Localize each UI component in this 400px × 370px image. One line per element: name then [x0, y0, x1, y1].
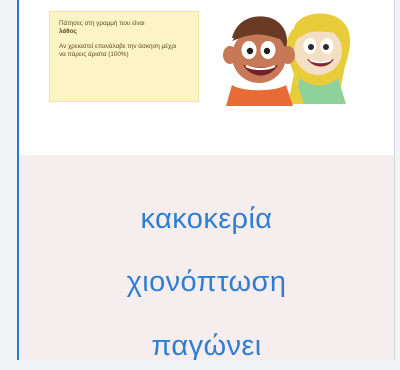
cartoon-boy-icon — [223, 16, 295, 106]
mascot-group — [213, 6, 368, 106]
answer-option[interactable]: παγώνει — [19, 329, 394, 360]
feedback-message: Πάτησες στη γραμμή που είναι — [59, 20, 145, 27]
answer-option[interactable]: χιονόπτωση — [19, 265, 394, 299]
feedback-answer-label: λάθος — [59, 28, 77, 35]
feedback-retry-message: Αν χρειαστεί επανάλαβε την άσκηση μέχρι … — [59, 43, 177, 58]
answer-option[interactable]: κακοκερία — [19, 202, 394, 236]
answer-list-panel: κακοκερία χιονόπτωση παγώνει — [19, 155, 394, 360]
feedback-area: Πάτησες στη γραμμή που είναι λάθος Αν χρ… — [19, 0, 394, 155]
exercise-frame: Πάτησες στη γραμμή που είναι λάθος Αν χρ… — [17, 0, 395, 360]
feedback-note: Πάτησες στη γραμμή που είναι λάθος Αν χρ… — [49, 11, 199, 102]
